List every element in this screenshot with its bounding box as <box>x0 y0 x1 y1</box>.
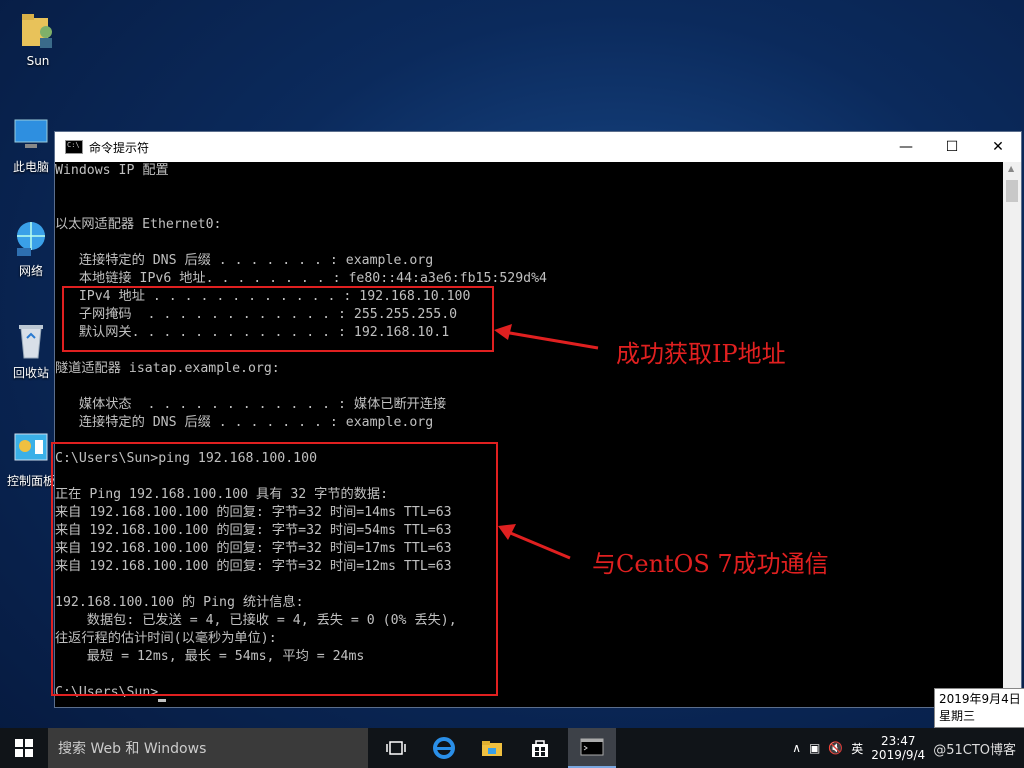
desktop-icon-control-panel[interactable]: 控制面板 <box>6 428 56 489</box>
control-panel-icon <box>11 428 51 468</box>
annotation-ip-success: 成功获取IP地址 <box>616 340 786 368</box>
user-folder-icon <box>18 10 58 50</box>
desktop-icon-network[interactable]: 网络 <box>6 218 56 279</box>
console-line: 以太网适配器 Ethernet0: <box>55 217 222 232</box>
console-line: 隧道适配器 isatap.example.org: <box>55 361 280 376</box>
annotation-ping-success: 与CentOS 7成功通信 <box>592 550 829 578</box>
file-explorer-button[interactable] <box>468 728 516 768</box>
cmd-app-icon <box>65 140 83 154</box>
windows-logo-icon <box>15 739 33 757</box>
chevron-up-icon[interactable]: ∧ <box>792 741 801 755</box>
window-titlebar[interactable]: 命令提示符 — ☐ ✕ <box>55 132 1021 162</box>
network-tray-icon[interactable]: ▣ <box>809 741 820 755</box>
scrollbar-thumb[interactable] <box>1006 180 1018 202</box>
edge-button[interactable] <box>420 728 468 768</box>
tooltip-weekday: 星期三 <box>939 709 976 723</box>
taskbar: 搜索 Web 和 Windows ∧ ▣ 🔇 英 23:47 2019/9/4 … <box>0 728 1024 768</box>
start-button[interactable] <box>0 728 48 768</box>
recycle-bin-icon <box>11 320 51 360</box>
vertical-scrollbar[interactable]: ▲ <box>1003 162 1021 707</box>
cmd-taskbar-button[interactable] <box>568 728 616 768</box>
desktop-icon-label: 控制面板 <box>6 474 55 488</box>
desktop-icon-recycle-bin[interactable]: 回收站 <box>6 320 56 381</box>
console-line: 媒体状态 . . . . . . . . . . . . : 媒体已断开连接 <box>55 397 447 412</box>
desktop-icon-user-folder[interactable]: Sun <box>6 10 70 68</box>
edge-icon <box>433 737 455 759</box>
folder-icon <box>482 741 502 756</box>
desktop-icon-label: 此电脑 <box>12 160 49 174</box>
date-tooltip: 2019年9月4日 星期三 <box>934 688 1024 728</box>
system-tray: ∧ ▣ 🔇 英 23:47 2019/9/4 @51CTO博客 <box>792 728 1016 768</box>
console-line: Windows IP 配置 <box>55 163 169 178</box>
watermark-text: @51CTO博客 <box>933 742 1016 758</box>
cmd-icon <box>580 738 604 756</box>
task-view-icon <box>386 741 406 755</box>
store-bag-icon <box>532 740 548 757</box>
tooltip-date: 2019年9月4日 <box>939 692 1021 706</box>
console-line: 连接特定的 DNS 后缀 . . . . . . . : example.org <box>55 415 434 430</box>
clock-time: 23:47 <box>880 734 916 748</box>
task-view-button[interactable] <box>372 728 420 768</box>
clock-date: 2019/9/4 <box>871 748 926 762</box>
taskbar-search-input[interactable]: 搜索 Web 和 Windows <box>48 728 368 768</box>
minimize-button[interactable]: — <box>883 132 929 162</box>
maximize-button[interactable]: ☐ <box>929 132 975 162</box>
computer-icon <box>11 114 51 154</box>
desktop-icon-this-pc[interactable]: 此电脑 <box>6 114 56 175</box>
ping-highlight-box <box>51 442 498 696</box>
ip-highlight-box <box>62 286 494 352</box>
arrow-to-ping-box <box>498 524 571 560</box>
text-cursor <box>158 699 167 702</box>
desktop-icon-label: 网络 <box>18 264 43 278</box>
store-button[interactable] <box>516 728 564 768</box>
ime-indicator[interactable]: 英 <box>851 740 863 757</box>
desktop-icon-label: 回收站 <box>12 366 49 380</box>
clock[interactable]: 23:47 2019/9/4 <box>871 734 925 762</box>
desktop-icon-label: Sun <box>26 54 50 68</box>
speaker-muted-icon[interactable]: 🔇 <box>828 741 843 755</box>
scroll-up-icon[interactable]: ▲ <box>1008 164 1014 173</box>
console-line: 连接特定的 DNS 后缀 . . . . . . . : example.org <box>55 253 434 268</box>
network-icon <box>11 218 51 258</box>
close-button[interactable]: ✕ <box>975 132 1021 162</box>
arrow-to-ip-box <box>494 324 599 350</box>
window-title: 命令提示符 <box>89 140 150 155</box>
